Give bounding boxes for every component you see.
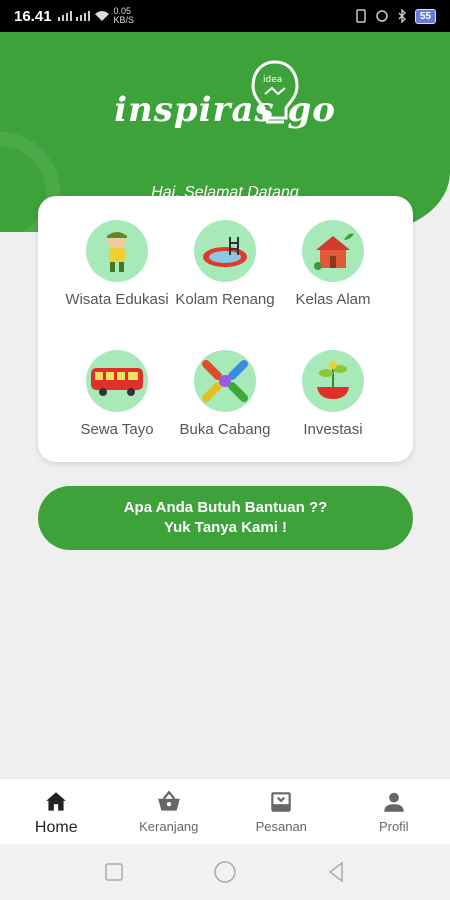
- nav-label: Profil: [378, 819, 409, 834]
- person-icon: [384, 792, 404, 812]
- nav-label: Keranjang: [139, 819, 199, 834]
- back-icon[interactable]: [326, 861, 346, 883]
- help-button-line2: Yuk Tanya Kami !: [163, 519, 288, 536]
- inbox-icon: [271, 792, 291, 812]
- menu-card: Wisata Edukasi Kolam Renang Kelas Alam S…: [38, 196, 413, 462]
- menu-item-sewa-tayo[interactable]: Sewa Tayo: [62, 350, 172, 440]
- nav-label: Pesanan: [255, 819, 307, 834]
- home-button-icon[interactable]: [213, 860, 237, 884]
- help-button-line1: Apa Anda Butuh Bantuan ??: [123, 499, 328, 516]
- bluetooth-icon: [398, 9, 406, 23]
- status-bar: 16.41 0.05 KB/S 55: [0, 0, 450, 32]
- menu-item-wisata-edukasi[interactable]: Wisata Edukasi: [62, 220, 172, 310]
- wifi-icon: [94, 11, 109, 21]
- alarm-icon: [376, 10, 388, 22]
- menu-label: Kolam Renang: [175, 291, 275, 308]
- vibrate-icon: [356, 9, 366, 23]
- network-speed: 0.05 KB/S: [113, 6, 135, 25]
- signal-icon: [57, 11, 72, 21]
- house-plant-icon: [302, 220, 364, 282]
- menu-item-buka-cabang[interactable]: Buka Cabang: [170, 350, 280, 440]
- battery-indicator: 55: [414, 8, 436, 24]
- menu-label: Sewa Tayo: [80, 421, 154, 438]
- menu-item-kelas-alam[interactable]: Kelas Alam: [278, 220, 388, 310]
- bus-icon: [86, 350, 148, 412]
- nav-item-profil[interactable]: Profil: [338, 779, 450, 844]
- menu-label: Wisata Edukasi: [65, 291, 169, 308]
- basket-icon: [157, 790, 180, 811]
- help-button[interactable]: Apa Anda Butuh Bantuan ?? Yuk Tanya Kami…: [38, 486, 413, 550]
- hands-icon: [194, 350, 256, 412]
- nav-item-keranjang[interactable]: Keranjang: [113, 779, 226, 844]
- bulb-text: idea: [263, 75, 282, 85]
- nav-item-pesanan[interactable]: Pesanan: [225, 779, 338, 844]
- nav-item-home[interactable]: Home: [0, 779, 113, 844]
- lightbulb-icon: idea: [251, 60, 299, 124]
- child-icon: [86, 220, 148, 282]
- home-icon: [46, 792, 66, 811]
- system-navigation-bar: [0, 844, 450, 900]
- menu-label: Investasi: [303, 421, 363, 438]
- app-logo: inspiras go: [114, 90, 336, 130]
- status-time: 16.41: [14, 7, 52, 25]
- menu-item-investasi[interactable]: Investasi: [278, 350, 388, 440]
- recent-apps-icon[interactable]: [104, 862, 124, 882]
- menu-item-kolam-renang[interactable]: Kolam Renang: [170, 220, 280, 310]
- menu-label: Kelas Alam: [295, 291, 371, 308]
- nav-label: Home: [34, 819, 78, 836]
- signal-icon-2: [75, 11, 90, 21]
- signal-icons: 0.05 KB/S: [57, 6, 140, 25]
- money-plant-icon: [302, 350, 364, 412]
- menu-label: Buka Cabang: [179, 421, 271, 438]
- bottom-navigation: Home Keranjang Pesanan Profil: [0, 778, 450, 844]
- pool-icon: [194, 220, 256, 282]
